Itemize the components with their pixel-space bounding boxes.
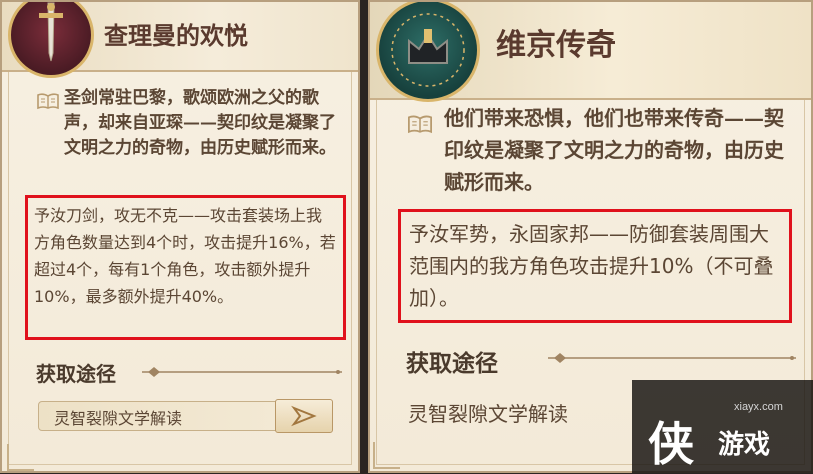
set-effect-text: 予汝刀剑，攻无不克——攻击套装场上我方角色数量达到4个时，攻击提升16%，若超过… bbox=[25, 195, 346, 340]
card-description: 圣剑常驻巴黎，歌颂欧洲之父的歌声，却来自亚琛——契印纹是凝聚了文明之力的奇物，由… bbox=[64, 88, 336, 158]
book-icon bbox=[408, 115, 432, 134]
card-title: 查理曼的欢悦 bbox=[104, 21, 248, 50]
set-card-charlemagne: 查理曼的欢悦 圣剑常驻巴黎，歌颂欧洲之父的歌声，却来自亚琛——契印纹是凝聚了文明… bbox=[0, 0, 360, 473]
watermark-url: xiayx.com bbox=[734, 401, 783, 413]
source-label: 灵智裂隙文学解读 bbox=[408, 402, 568, 426]
source-label: 灵智裂隙文学解读 bbox=[54, 409, 183, 428]
set-effect-text: 予汝军势，永固家邦——防御套装周围大范围内的我方角色攻击提升10%（不可叠加）。 bbox=[398, 209, 792, 323]
corner-ornament bbox=[7, 444, 34, 471]
card-description: 他们带来恐惧，他们也带来传奇——契印纹是凝聚了文明之力的奇物，由历史赋形而来。 bbox=[444, 106, 784, 194]
source-heading: 获取途径 bbox=[406, 350, 498, 377]
watermark-logo-text: 游戏 bbox=[718, 430, 771, 460]
source-heading: 获取途径 bbox=[36, 362, 116, 386]
card-title: 维京传奇 bbox=[496, 28, 616, 63]
watermark-logo-char: 侠 bbox=[648, 417, 694, 471]
go-to-source-button[interactable] bbox=[275, 399, 333, 433]
ornament-divider bbox=[142, 367, 342, 377]
arrow-right-icon bbox=[291, 405, 317, 427]
ornament-divider bbox=[548, 353, 796, 363]
crown-emblem-icon bbox=[376, 2, 480, 102]
book-icon bbox=[37, 93, 59, 110]
sword-emblem-icon bbox=[8, 2, 94, 78]
corner-ornament bbox=[373, 442, 400, 469]
